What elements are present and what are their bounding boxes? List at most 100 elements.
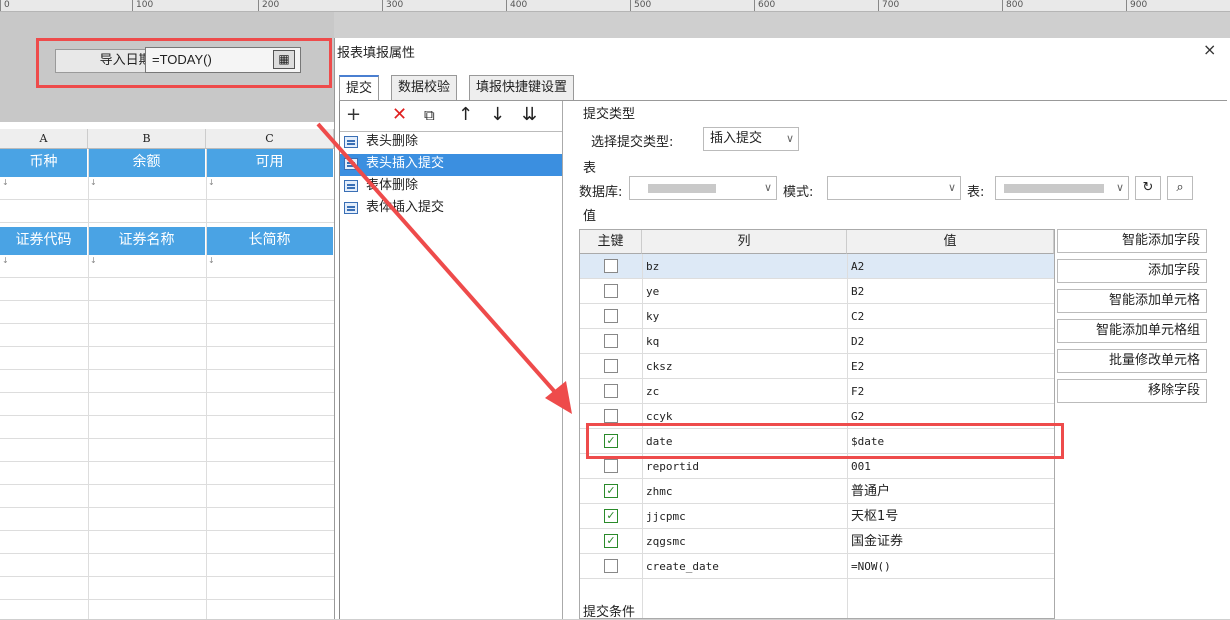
primary-key-checkbox[interactable] (604, 409, 618, 423)
schema-select[interactable]: ∨ (827, 176, 961, 200)
submit-type-select[interactable]: 插入提交 ∨ (703, 127, 799, 151)
ruler-tick: 900 (1126, 0, 1147, 11)
sheet-row[interactable] (0, 200, 334, 223)
cell-a1[interactable]: 币种 (0, 149, 88, 177)
sheet-row[interactable] (0, 462, 334, 485)
primary-key-checkbox[interactable] (604, 334, 618, 348)
sheet-row[interactable] (0, 324, 334, 347)
table-row[interactable]: ky C2 (580, 304, 1054, 329)
column-header-c[interactable]: C (206, 129, 334, 149)
sheet-row[interactable] (0, 393, 334, 416)
tab-data-validation[interactable]: 数据校验 (391, 75, 458, 101)
redacted-value (648, 184, 716, 193)
sort-icon[interactable]: ⇊ (522, 104, 537, 126)
column-header-column[interactable]: 列 (642, 230, 847, 254)
tab-submit[interactable]: 提交 (339, 75, 380, 101)
sheet-row[interactable] (0, 600, 334, 619)
ruler-tick: 600 (754, 0, 775, 11)
sheet-row[interactable] (0, 485, 334, 508)
ruler-tick: 0 (0, 0, 10, 11)
primary-key-checkbox[interactable] (604, 284, 618, 298)
table-label: 表: (967, 185, 985, 200)
database-select[interactable]: ∨ (629, 176, 777, 200)
chevron-down-icon: ∨ (947, 181, 956, 194)
table-row[interactable]: ye B2 (580, 279, 1054, 304)
smart-add-field-button[interactable]: 智能添加字段 (1057, 229, 1207, 253)
copy-icon[interactable]: ⧉ (424, 104, 435, 126)
list-item[interactable]: 表头插入提交 (340, 154, 562, 176)
table-select[interactable]: ∨ (995, 176, 1129, 200)
table-row[interactable]: kq D2 (580, 329, 1054, 354)
sheet-row[interactable] (0, 416, 334, 439)
table-row[interactable]: bz A2 (580, 254, 1054, 279)
calendar-icon[interactable]: ▦ (273, 50, 295, 69)
expand-arrow-icon: ↓ (2, 178, 9, 187)
sheet-row[interactable] (0, 554, 334, 577)
tab-shortcut-settings[interactable]: 填报快捷键设置 (469, 75, 575, 101)
submit-list: 表头删除 表头插入提交 表体删除 表体插入提交 (340, 131, 562, 220)
table-row[interactable]: cksz E2 (580, 354, 1054, 379)
primary-key-checkbox[interactable] (604, 359, 618, 373)
cell-c4[interactable]: 长简称 (206, 227, 334, 255)
cell-a4[interactable]: 证券代码 (0, 227, 88, 255)
primary-key-checkbox[interactable]: ✓ (604, 534, 618, 548)
table-row[interactable]: zc F2 (580, 379, 1054, 404)
add-icon[interactable]: + (346, 104, 361, 126)
remove-field-button[interactable]: 移除字段 (1057, 379, 1207, 403)
cell-b4[interactable]: 证券名称 (88, 227, 206, 255)
submit-list-panel: + ✕ ⧉ ↑ ↓ ⇊ 表头删除 表头插入提交 表体删除 表体插入提交 (339, 101, 563, 619)
primary-key-checkbox[interactable] (604, 459, 618, 473)
primary-key-checkbox[interactable] (604, 309, 618, 323)
table-row[interactable]: create_date =NOW() (580, 554, 1054, 579)
sheet-row[interactable] (0, 347, 334, 370)
ruler-tick: 300 (382, 0, 403, 11)
move-down-icon[interactable]: ↓ (490, 104, 505, 126)
sheet-row[interactable] (0, 439, 334, 462)
expand-arrow-icon: ↓ (208, 256, 215, 265)
sheet-row[interactable] (0, 508, 334, 531)
select-type-label: 选择提交类型: (591, 135, 674, 150)
redacted-value (1004, 184, 1104, 193)
preview-icon[interactable]: ⌕ (1167, 176, 1193, 200)
table-row[interactable]: ✓ zqgsmc 国金证券 (580, 529, 1054, 554)
list-item[interactable]: 表体插入提交 (340, 198, 562, 220)
column-header-b[interactable]: B (88, 129, 206, 149)
cell-c1[interactable]: 可用 (206, 149, 334, 177)
database-label: 数据库: (579, 185, 623, 200)
column-header-key[interactable]: 主键 (580, 230, 642, 254)
close-icon[interactable]: × (1203, 40, 1216, 59)
table-row[interactable]: ✓ zhmc 普通户 (580, 479, 1054, 504)
smart-add-cell-button[interactable]: 智能添加单元格 (1057, 289, 1207, 313)
sheet-row[interactable] (0, 370, 334, 393)
primary-key-checkbox[interactable]: ✓ (604, 484, 618, 498)
dialog-title: 报表填报属性 (337, 46, 416, 61)
sheet-row[interactable] (0, 177, 334, 200)
table-row[interactable]: ✓ jjcpmc 天枢1号 (580, 504, 1054, 529)
sheet-row[interactable] (0, 531, 334, 554)
delete-icon[interactable]: ✕ (392, 104, 407, 126)
refresh-icon[interactable]: ↻ (1135, 176, 1161, 200)
list-item[interactable]: 表头删除 (340, 132, 562, 154)
column-header-a[interactable]: A (0, 129, 88, 149)
primary-key-checkbox[interactable] (604, 559, 618, 573)
column-header-value[interactable]: 值 (847, 230, 1054, 254)
ruler: 0 100 200 300 400 500 600 700 800 900 (0, 0, 1230, 12)
ruler-tick: 200 (258, 0, 279, 11)
primary-key-checkbox[interactable] (604, 384, 618, 398)
expand-arrow-icon: ↓ (90, 256, 97, 265)
add-field-button[interactable]: 添加字段 (1057, 259, 1207, 283)
sheet-row[interactable] (0, 278, 334, 301)
primary-key-checkbox[interactable]: ✓ (604, 509, 618, 523)
sheet-row[interactable] (0, 301, 334, 324)
submit-condition-section: 提交条件 (583, 605, 636, 620)
batch-modify-cells-button[interactable]: 批量修改单元格 (1057, 349, 1207, 373)
date-parameter-highlight: 导入日期: =TODAY() ▦ (36, 38, 332, 88)
move-up-icon[interactable]: ↑ (458, 104, 473, 126)
sheet-row[interactable] (0, 255, 334, 278)
primary-key-checkbox[interactable] (604, 259, 618, 273)
sheet-row[interactable] (0, 577, 334, 600)
smart-add-cell-group-button[interactable]: 智能添加单元格组 (1057, 319, 1207, 343)
cell-b1[interactable]: 余额 (88, 149, 206, 177)
list-item[interactable]: 表体删除 (340, 176, 562, 198)
expand-arrow-icon: ↓ (90, 178, 97, 187)
